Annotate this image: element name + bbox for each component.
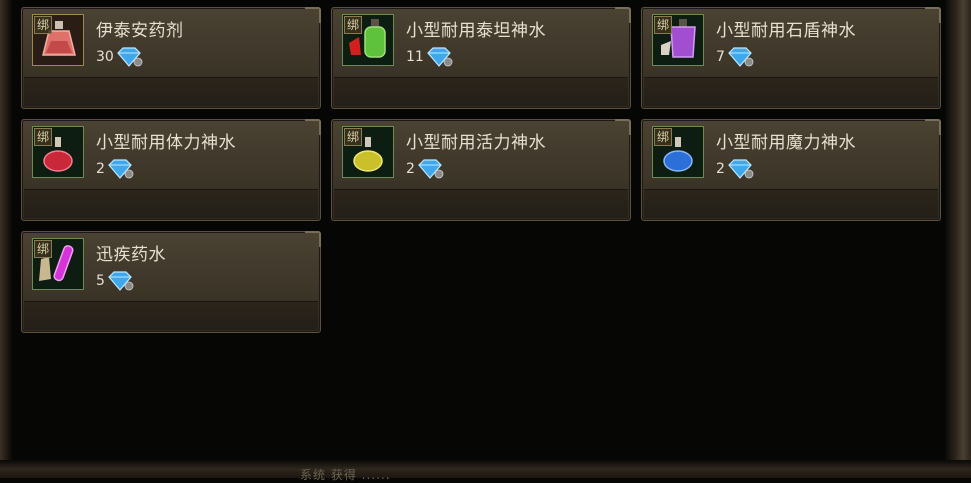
card-corner-ornament <box>925 7 941 23</box>
item-name: 小型耐用石盾神水 <box>716 21 856 41</box>
item-name: 小型耐用魔力神水 <box>716 133 856 153</box>
card-bottom-strip <box>334 77 628 106</box>
item-name: 小型耐用泰坦神水 <box>406 21 546 41</box>
shop-item-card[interactable]: 绑 迅疾药水 5 <box>21 231 321 333</box>
item-price: 2 <box>96 158 135 180</box>
item-price: 5 <box>96 270 135 292</box>
diamond-icon <box>728 159 754 179</box>
price-value: 2 <box>406 161 415 177</box>
card-bottom-strip <box>24 77 318 106</box>
price-value: 11 <box>406 49 424 65</box>
card-corner-ornament <box>305 7 321 23</box>
bind-tag: 绑 <box>654 128 673 146</box>
card-corner-ornament <box>615 119 631 135</box>
item-name: 伊泰安药剂 <box>96 21 184 41</box>
left-border <box>0 0 12 478</box>
item-icon-frame[interactable]: 绑 <box>652 126 704 178</box>
item-price: 11 <box>406 46 454 68</box>
item-price: 2 <box>406 158 445 180</box>
bind-tag: 绑 <box>654 16 673 34</box>
bind-tag: 绑 <box>344 128 363 146</box>
price-value: 2 <box>96 161 105 177</box>
diamond-icon <box>108 159 134 179</box>
shop-item-card[interactable]: 绑 小型耐用泰坦神水 11 <box>331 7 631 109</box>
item-name: 小型耐用体力神水 <box>96 133 236 153</box>
item-price: 2 <box>716 158 755 180</box>
item-name: 小型耐用活力神水 <box>406 133 546 153</box>
price-value: 2 <box>716 161 725 177</box>
shop-item-card[interactable]: 绑 小型耐用活力神水 2 <box>331 119 631 221</box>
scrollbar-track[interactable] <box>945 0 971 478</box>
card-corner-ornament <box>925 119 941 135</box>
card-bottom-strip <box>24 301 318 330</box>
item-icon-frame[interactable]: 绑 <box>32 126 84 178</box>
item-name: 迅疾药水 <box>96 245 166 265</box>
diamond-icon <box>418 159 444 179</box>
diamond-icon <box>117 47 143 67</box>
diamond-icon <box>427 47 453 67</box>
item-icon-frame[interactable]: 绑 <box>32 14 84 66</box>
card-corner-ornament <box>615 7 631 23</box>
card-bottom-strip <box>334 189 628 218</box>
price-value: 30 <box>96 49 114 65</box>
price-value: 5 <box>96 273 105 289</box>
item-price: 7 <box>716 46 755 68</box>
shop-item-card[interactable]: 绑 伊泰安药剂 30 <box>21 7 321 109</box>
shop-item-card[interactable]: 绑 小型耐用体力神水 2 <box>21 119 321 221</box>
bind-tag: 绑 <box>344 16 363 34</box>
card-bottom-strip <box>644 77 938 106</box>
bottom-border <box>0 460 971 478</box>
card-bottom-strip <box>644 189 938 218</box>
shop-item-card[interactable]: 绑 小型耐用石盾神水 7 <box>641 7 941 109</box>
item-icon-frame[interactable]: 绑 <box>342 126 394 178</box>
price-value: 7 <box>716 49 725 65</box>
bind-tag: 绑 <box>34 128 53 146</box>
item-price: 30 <box>96 46 144 68</box>
card-corner-ornament <box>305 231 321 247</box>
chat-hint-text: 系统 获得 ...... <box>300 468 391 482</box>
diamond-icon <box>728 47 754 67</box>
bind-tag: 绑 <box>34 240 53 258</box>
diamond-icon <box>108 271 134 291</box>
card-bottom-strip <box>24 189 318 218</box>
item-icon-frame[interactable]: 绑 <box>32 238 84 290</box>
shop-item-card[interactable]: 绑 小型耐用魔力神水 2 <box>641 119 941 221</box>
item-icon-frame[interactable]: 绑 <box>342 14 394 66</box>
item-icon-frame[interactable]: 绑 <box>652 14 704 66</box>
bind-tag: 绑 <box>34 16 53 34</box>
card-corner-ornament <box>305 119 321 135</box>
